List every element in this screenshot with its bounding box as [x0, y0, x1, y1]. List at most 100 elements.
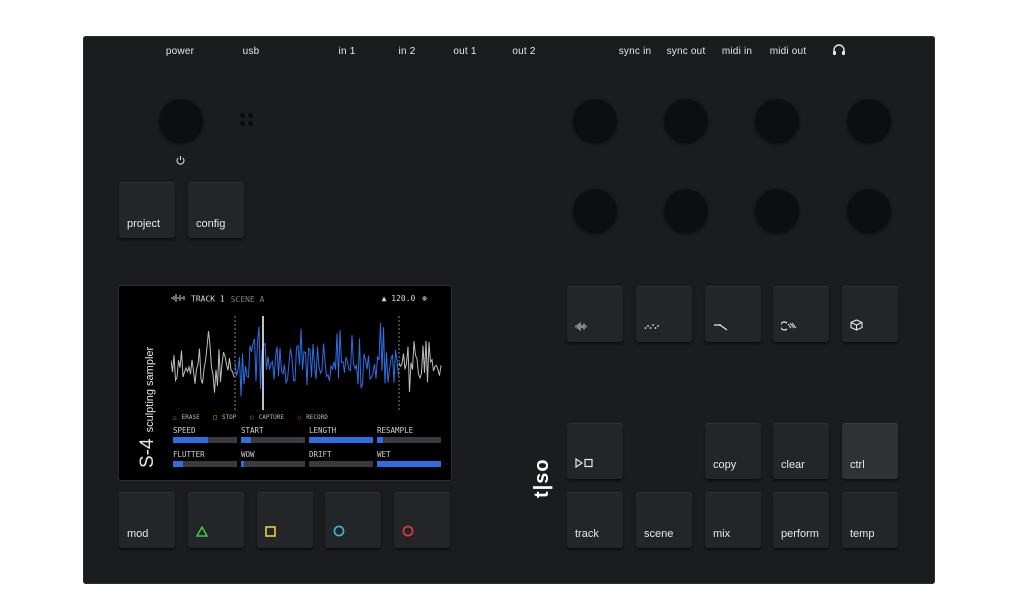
triangle-icon: [195, 525, 209, 540]
knob-3[interactable]: [755, 98, 799, 142]
port-label-power: power: [165, 46, 195, 57]
power-icon[interactable]: [175, 153, 186, 171]
param-bar: [241, 437, 305, 443]
param-drift: DRIFT: [309, 450, 373, 470]
port-label-in-1: in 1: [338, 46, 356, 57]
envelope-icon: [713, 322, 729, 334]
sampler-device: power usb in 1 in 2 out 1 out 2 sync in …: [83, 36, 935, 584]
param-bar: [309, 437, 373, 443]
mix-button[interactable]: mix: [705, 492, 761, 548]
param-bar: [173, 437, 237, 443]
port-label-out-2: out 2: [512, 46, 536, 57]
param-wow: WOW: [241, 450, 305, 470]
waveform-blue: [234, 322, 399, 397]
param-label: RESAMPLE: [377, 426, 414, 435]
waveform-mini-icon: [171, 294, 187, 304]
param-bar: [377, 461, 441, 467]
knob-2[interactable]: [664, 98, 708, 142]
square-icon: [265, 526, 276, 540]
envelope-mode-button[interactable]: [705, 286, 761, 342]
circle-icon: [333, 525, 345, 540]
play-stop-button[interactable]: [567, 423, 623, 479]
param-label: FLUTTER: [173, 450, 205, 459]
param-bar: [377, 437, 441, 443]
param-start: START: [241, 426, 305, 446]
screen-header: TRACK 1 SCENE A ▲ 120.0 ⊛: [171, 294, 441, 306]
param-label: SPEED: [173, 426, 196, 435]
bpm-readout: ▲ 120.0 ⊛: [381, 294, 427, 303]
port-label-in-2: in 2: [398, 46, 416, 57]
param-bar-fill: [241, 437, 251, 443]
knob-5[interactable]: [573, 188, 617, 232]
param-bar-fill: [173, 461, 183, 467]
effect-mode-button[interactable]: [773, 286, 829, 342]
param-label: LENGTH: [309, 426, 337, 435]
project-button[interactable]: project: [119, 182, 175, 238]
knob-4[interactable]: [847, 98, 891, 142]
legend-record: ○ RECORD: [297, 414, 328, 421]
display-screen: S-4 sculpting sampler TRACK 1 SCENE A ▲ 12…: [119, 286, 451, 480]
param-label: WOW: [241, 450, 255, 459]
screen-legend: △ ERASE □ STOP ○ CAPTURE ○ RECORD: [173, 414, 338, 421]
mod-button[interactable]: mod: [119, 492, 175, 548]
param-bar-fill: [173, 437, 209, 443]
legend-stop: □ STOP: [213, 414, 237, 421]
brand-logo: t|so: [531, 458, 553, 498]
param-label: WET: [377, 450, 391, 459]
brand-vertical: S-4 sculpting sampler: [137, 347, 159, 468]
legend-capture: ○ CAPTURE: [250, 414, 284, 421]
main-encoder-knob[interactable]: [159, 98, 203, 142]
circle-blue-pad[interactable]: [325, 492, 381, 548]
port-label-midi-in: midi in: [721, 46, 753, 57]
usb-port-icon: [240, 113, 254, 127]
port-label-sync-in: sync in: [618, 46, 652, 57]
port-label-usb: usb: [242, 46, 260, 57]
perform-button[interactable]: perform: [773, 492, 829, 548]
temp-button[interactable]: temp: [842, 492, 898, 548]
triangle-pad[interactable]: [188, 492, 244, 548]
port-label-sync-out: sync out: [666, 46, 706, 57]
port-label-midi-out: midi out: [769, 46, 807, 57]
param-bar-fill: [377, 437, 384, 443]
clear-button[interactable]: clear: [773, 423, 829, 479]
scene-label: SCENE A: [230, 294, 265, 304]
knob-8[interactable]: [847, 188, 891, 232]
param-speed: SPEED: [173, 426, 237, 446]
config-button[interactable]: config: [188, 182, 244, 238]
circle-red-pad[interactable]: [394, 492, 450, 548]
knob-7[interactable]: [755, 188, 799, 232]
legend-erase: △ ERASE: [173, 414, 200, 421]
param-bar-fill: [377, 461, 441, 467]
param-bar: [241, 461, 305, 467]
param-length: LENGTH: [309, 426, 373, 446]
knob-1[interactable]: [573, 98, 617, 142]
brand-subtitle: sculpting sampler: [144, 346, 156, 433]
ctrl-button[interactable]: ctrl: [842, 423, 898, 479]
param-bar-fill: [241, 461, 245, 467]
cube-mode-button[interactable]: [842, 286, 898, 342]
knob-6[interactable]: [664, 188, 708, 232]
port-label-out-1: out 1: [453, 46, 477, 57]
param-wet: WET: [377, 450, 441, 470]
scene-button[interactable]: scene: [636, 492, 692, 548]
param-bar: [173, 461, 237, 467]
sequence-mode-button[interactable]: [636, 286, 692, 342]
link-icon: ⊛: [422, 294, 427, 303]
param-resample: RESAMPLE: [377, 426, 441, 446]
waveform-icon: [575, 322, 589, 334]
play-stop-icon: [575, 457, 593, 471]
headphones-icon: [832, 44, 846, 59]
dots-pattern-icon: [644, 323, 660, 334]
track-mode-button[interactable]: [567, 286, 623, 342]
metronome-icon: ▲: [381, 294, 387, 303]
param-bar-fill: [309, 437, 373, 443]
param-label: START: [241, 426, 264, 435]
copy-button[interactable]: copy: [705, 423, 761, 479]
square-pad[interactable]: [257, 492, 313, 548]
swirl-icon: [779, 321, 797, 334]
brand-model: S-4: [137, 438, 158, 468]
cube-icon: [850, 319, 863, 334]
track-button[interactable]: track: [567, 492, 623, 548]
waveform-display: [171, 316, 442, 410]
param-label: DRIFT: [309, 450, 332, 459]
